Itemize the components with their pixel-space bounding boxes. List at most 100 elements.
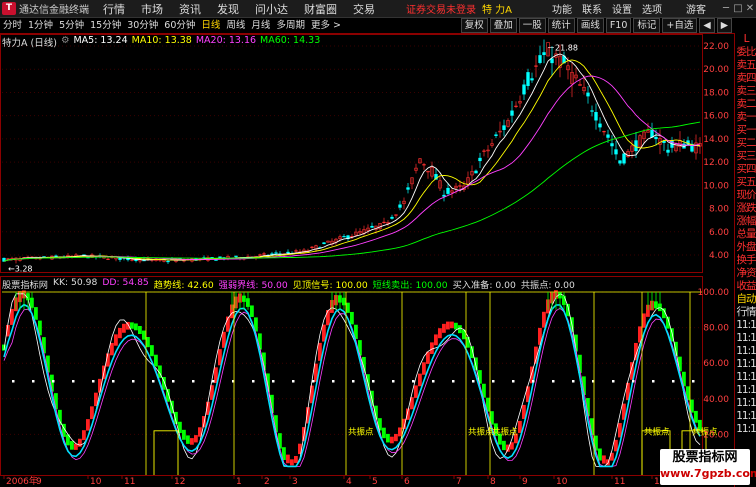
indicator-bar bbox=[458, 325, 462, 334]
indicator-bar bbox=[422, 362, 426, 375]
candle-body bbox=[422, 164, 426, 166]
strength-dot bbox=[672, 380, 675, 383]
strength-dot bbox=[552, 380, 555, 383]
quote-panel-item: 卖二 bbox=[736, 98, 756, 110]
indicator-axis-label: 40.00 bbox=[703, 395, 729, 405]
indicator-bar bbox=[390, 436, 394, 444]
indicator-bar bbox=[466, 337, 470, 348]
indicator-bar bbox=[542, 311, 546, 328]
strength-dot bbox=[532, 380, 535, 383]
indicator-bar bbox=[434, 334, 438, 346]
candle-body bbox=[406, 187, 410, 190]
strength-dot bbox=[172, 380, 175, 383]
quote-panel-item: L bbox=[743, 33, 750, 45]
candle-body bbox=[258, 254, 262, 256]
indicator-legend-item: 见顶信号: 100.00 bbox=[292, 280, 368, 291]
candle-body bbox=[662, 141, 666, 143]
quote-panel-item: 卖四 bbox=[736, 72, 756, 84]
strength-dot bbox=[652, 380, 655, 383]
strength-dot bbox=[292, 380, 295, 383]
price-axis-label: 12.00 bbox=[703, 158, 729, 168]
strength-dot bbox=[372, 380, 375, 383]
strength-dot bbox=[272, 380, 275, 383]
candle-body bbox=[614, 149, 618, 155]
indicator-bar bbox=[294, 456, 298, 463]
price-axis-label: 16.00 bbox=[703, 112, 729, 122]
indicator-bar bbox=[642, 313, 646, 328]
date-axis-label: 10 bbox=[556, 477, 568, 487]
ma5-value: MA5: 13.24 bbox=[73, 35, 128, 46]
indicator-legend: 股票指标网 KK: 50.98 DD: 54.85 趋势线: 42.60 强弱界线: 5… bbox=[2, 277, 575, 291]
candle-body bbox=[394, 214, 398, 216]
strength-dot bbox=[352, 380, 355, 383]
quote-panel-item: 净资 bbox=[736, 267, 756, 279]
indicator-bar bbox=[346, 302, 350, 313]
indicator-legend-item: 股票指标网 bbox=[2, 280, 48, 291]
indicator-bar bbox=[130, 322, 134, 329]
indicator-axis-label: 100.00 bbox=[698, 288, 730, 298]
strength-dot bbox=[492, 380, 495, 383]
indicator-bar bbox=[394, 433, 398, 442]
quote-panel-item: 卖一 bbox=[736, 111, 756, 123]
settings-gear-icon[interactable]: ⚙ bbox=[61, 35, 70, 47]
resonance-label: 共振点 bbox=[348, 426, 374, 437]
candle-body bbox=[590, 110, 594, 112]
strength-dot bbox=[152, 380, 155, 383]
indicator-bar bbox=[150, 345, 154, 357]
indicator-legend-item: DD: 54.85 bbox=[102, 277, 149, 288]
indicator-bar bbox=[110, 342, 114, 356]
indicator-legend-item: KK: 50.98 bbox=[52, 277, 98, 288]
quote-panel-item: 涨幅 bbox=[736, 215, 756, 227]
price-axis-label: 6.00 bbox=[709, 228, 729, 238]
date-axis-label: 1 bbox=[236, 477, 242, 487]
date-axis-label: 6 bbox=[404, 477, 410, 487]
candle-body bbox=[542, 52, 546, 56]
candle-body bbox=[106, 258, 110, 260]
date-axis-label: 9 bbox=[522, 477, 528, 487]
candle-body bbox=[262, 253, 266, 255]
low-annotation: ←3.28 bbox=[8, 264, 33, 273]
quote-side-panel[interactable]: L 委比 卖五 卖四 卖三 卖二 卖一 买一 买二 买三 买四 买五 现价 涨跌 涨幅 总量 外盘 换手 净资 收益自… bbox=[734, 33, 756, 487]
candle-body bbox=[310, 246, 314, 248]
quote-panel-item: 买五 bbox=[736, 176, 756, 188]
resonance-label: 共振点 bbox=[644, 426, 670, 437]
strength-dot bbox=[432, 380, 435, 383]
indicator-bar bbox=[442, 323, 446, 333]
kline-chart[interactable]: 共振点 共振点共振点 共振点 共振点 22.0020.0018.0016.0014.0… bbox=[0, 0, 756, 487]
date-axis-label: 7 bbox=[456, 477, 462, 487]
strength-dot bbox=[332, 380, 335, 383]
indicator-bar bbox=[502, 440, 506, 451]
price-axis-label: 10.00 bbox=[703, 181, 729, 191]
date-axis-label: 5 bbox=[372, 477, 378, 487]
candle-body bbox=[322, 242, 326, 244]
quote-panel-item: 11:1 bbox=[736, 423, 756, 435]
quote-panel-item: 卖五 bbox=[736, 59, 756, 71]
indicator-bar bbox=[290, 459, 294, 466]
quote-panel-item: 11:1 bbox=[736, 384, 756, 396]
date-axis-label: 10 bbox=[90, 477, 102, 487]
date-axis-label: 8 bbox=[490, 477, 496, 487]
date-axis-label: 2006年 bbox=[6, 475, 38, 487]
quote-panel-item: 收益 bbox=[736, 280, 756, 292]
candle-body bbox=[538, 55, 542, 63]
strength-dot bbox=[52, 380, 55, 383]
strength-dot bbox=[32, 380, 35, 383]
chart-grid bbox=[0, 34, 703, 476]
candle-body bbox=[602, 131, 606, 133]
ma10-line bbox=[3, 59, 701, 262]
quote-panel-item: 外盘 bbox=[736, 241, 756, 253]
ma5-line bbox=[3, 53, 701, 262]
quote-panel-item: 11:1 bbox=[736, 319, 756, 331]
strength-dot bbox=[12, 380, 15, 383]
strength-dot bbox=[572, 380, 575, 383]
candle-body bbox=[294, 250, 298, 252]
strength-dot bbox=[132, 380, 135, 383]
indicator-axis-label: 20.00 bbox=[703, 430, 729, 440]
indicator-legend-item: 买入准备: 0.00 bbox=[452, 280, 516, 291]
date-axis-label: 3 bbox=[292, 477, 298, 487]
date-axis-label: 11 bbox=[614, 477, 625, 487]
quote-panel-item: 委比 bbox=[736, 46, 756, 58]
indicator-bar bbox=[386, 433, 390, 443]
ma20-line bbox=[3, 75, 701, 262]
candle-body bbox=[474, 170, 478, 174]
